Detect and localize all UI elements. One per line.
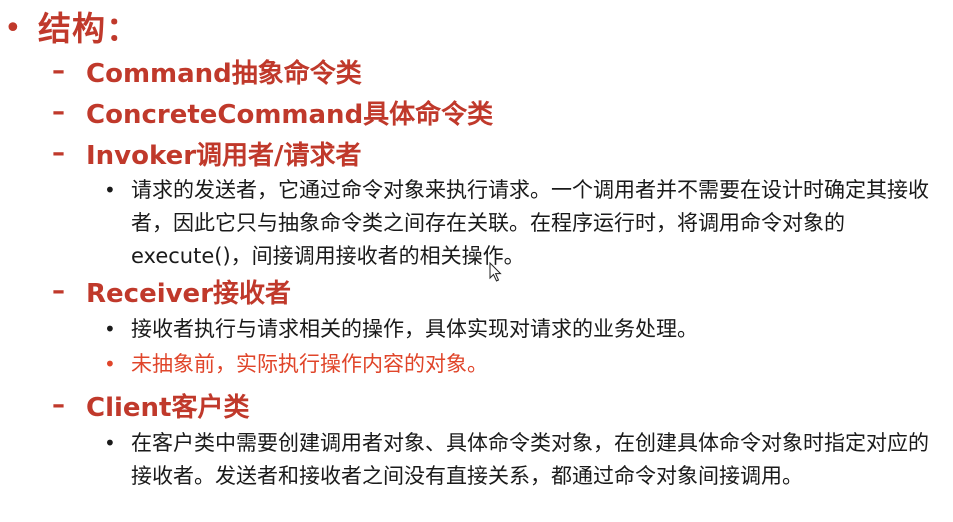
title-bullet: • xyxy=(4,11,22,46)
invoker-detail-item: • 请求的发送者，它通过命令对象来执行请求。一个调用者并不需要在设计时确定其接收… xyxy=(104,174,944,273)
section-label: Invoker调用者/请求者 xyxy=(86,140,362,171)
detail-text: 未抽象前，实际执行操作内容的对象。 xyxy=(131,352,488,376)
detail-text: 在客户类中需要创建调用者对象、具体命令类对象，在创建具体命令对象时指定对应的接收… xyxy=(131,431,929,488)
title-text: 结构： xyxy=(38,9,140,48)
detail-bullet: • xyxy=(104,317,116,341)
section-dash: – xyxy=(52,276,65,306)
section-dash: – xyxy=(52,97,65,127)
detail-bullet: • xyxy=(104,178,116,202)
section-dash: – xyxy=(52,390,65,420)
slide-title: • 结构： xyxy=(4,6,140,52)
section-label: ConcreteCommand具体命令类 xyxy=(86,99,494,130)
section-label: Client客户类 xyxy=(86,392,250,423)
detail-text: 请求的发送者，它通过命令对象来执行请求。一个调用者并不需要在设计时确定其接收者，… xyxy=(131,178,929,268)
section-command: – Command抽象命令类 xyxy=(52,53,362,89)
detail-bullet: • xyxy=(104,431,116,455)
slide: • 结构： – Command抽象命令类 – ConcreteCommand具体… xyxy=(0,0,953,522)
client-detail-item: • 在客户类中需要创建调用者对象、具体命令类对象，在创建具体命令对象时指定对应的… xyxy=(104,427,944,493)
detail-bullet: • xyxy=(104,352,116,376)
section-client: – Client客户类 xyxy=(52,387,249,423)
receiver-detail-item: • 接收者执行与请求相关的操作，具体实现对请求的业务处理。 xyxy=(104,313,944,346)
section-concrete-command: – ConcreteCommand具体命令类 xyxy=(52,94,493,130)
receiver-detail-item-highlight: • 未抽象前，实际执行操作内容的对象。 xyxy=(104,348,944,381)
detail-text: 接收者执行与请求相关的操作，具体实现对请求的业务处理。 xyxy=(131,317,698,341)
section-dash: – xyxy=(52,138,65,168)
section-receiver: – Receiver接收者 xyxy=(52,273,291,309)
section-dash: – xyxy=(52,56,65,86)
section-label: Receiver接收者 xyxy=(86,278,292,309)
section-invoker: – Invoker调用者/请求者 xyxy=(52,135,362,171)
section-label: Command抽象命令类 xyxy=(86,58,362,89)
mouse-cursor-icon xyxy=(489,262,502,282)
